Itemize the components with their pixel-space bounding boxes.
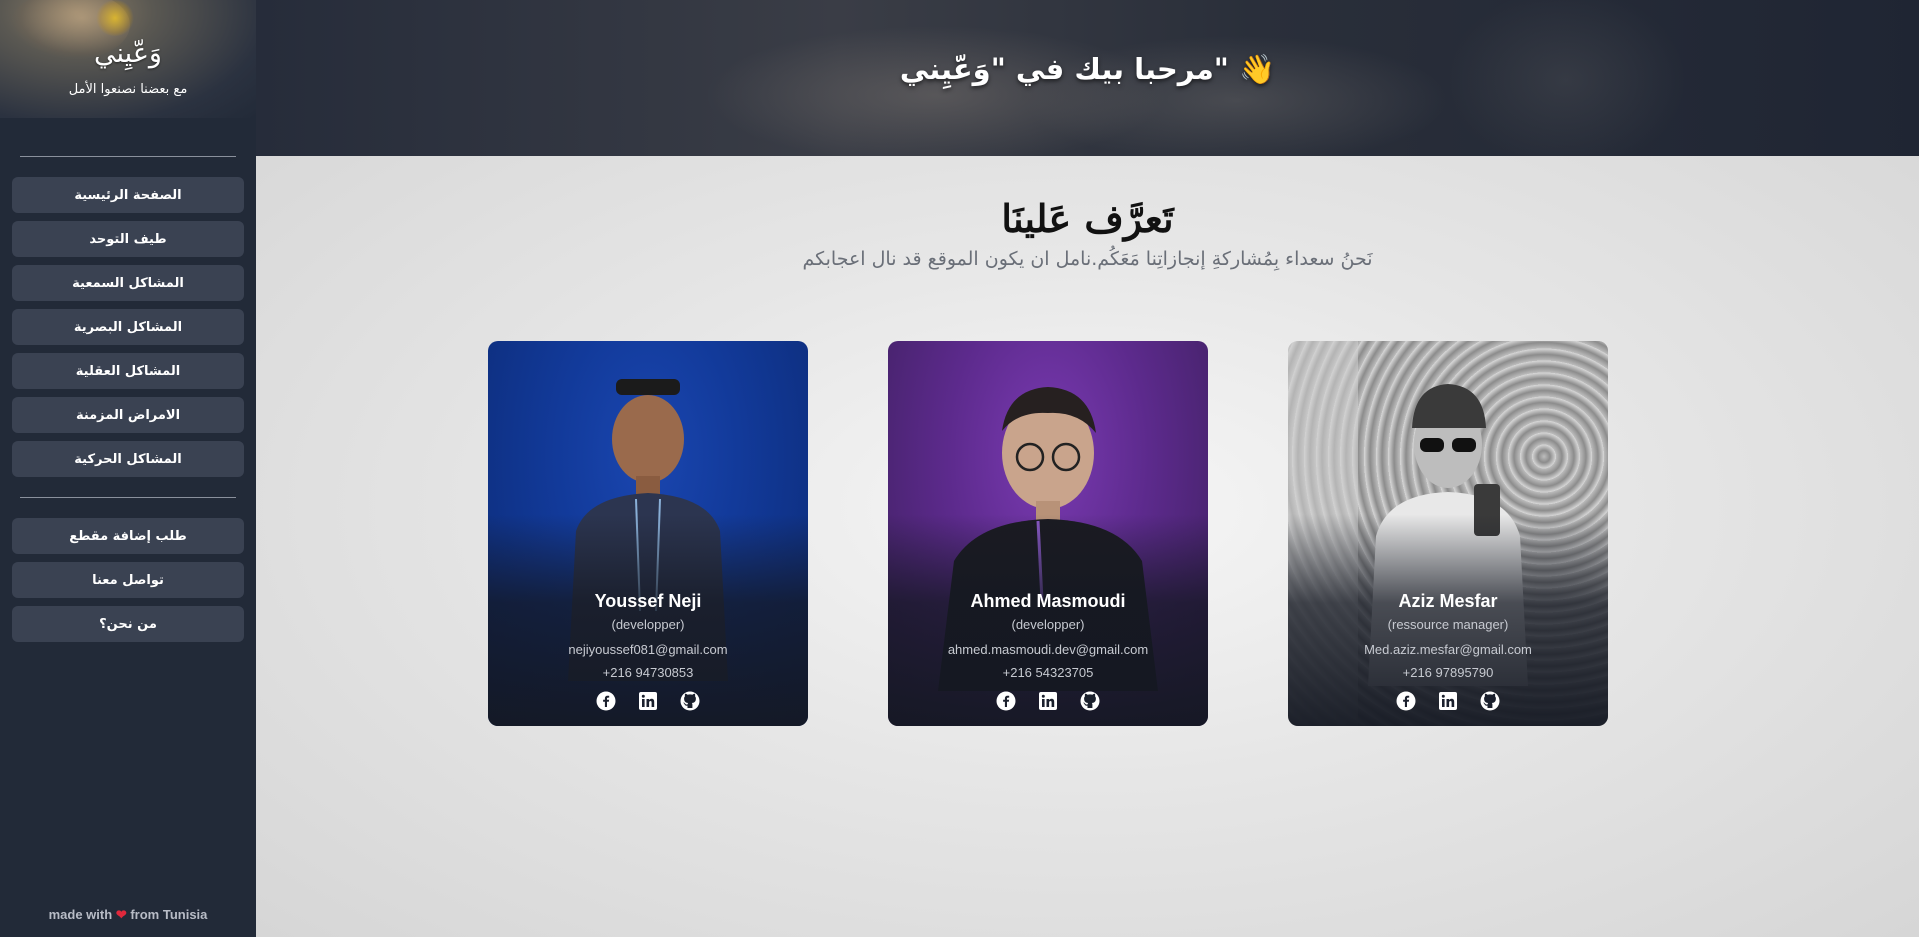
sidebar-divider [20,497,236,498]
team-card[interactable]: Ahmed Masmoudi (developper) ahmed.masmou… [888,341,1208,726]
about-button[interactable]: من نحن؟ [12,606,244,642]
nav-motor[interactable]: المشاكل الحركية [12,441,244,477]
header-flower-image [95,0,135,36]
sidebar-footer: made with ❤ from Tunisia [0,907,256,923]
page-subtitle: نَحنُ سعداء بِمُشاركةِ إنجازاتِنا مَعَكُ… [802,248,1373,270]
sidebar: وَعّيِني مع بعضنا نصنعوا الأمل الصفحة ال… [0,0,256,937]
member-email[interactable]: nejiyoussef081@gmail.com [488,642,808,657]
heart-icon: ❤ [115,907,127,922]
footer-made-with: made with [48,907,113,922]
team-card[interactable]: Youssef Neji (developper) nejiyoussef081… [488,341,808,726]
sidebar-header: وَعّيِني مع بعضنا نصنعوا الأمل [0,0,256,118]
member-name: Aziz Mesfar [1398,591,1498,611]
facebook-icon[interactable] [996,691,1016,711]
linkedin-icon[interactable] [1438,691,1458,711]
github-icon[interactable] [680,691,700,711]
contact-button[interactable]: تواصل معنا [12,562,244,598]
nav-autism[interactable]: طيف التوحد [12,221,244,257]
linkedin-icon[interactable] [638,691,658,711]
facebook-icon[interactable] [1396,691,1416,711]
about-section: تَعرَّف عَلينَا نَحنُ سعداء بِمُشاركةِ إ… [256,156,1919,937]
request-clip-button[interactable]: طلب إضافة مقطع [12,518,244,554]
page-title: تَعرَّف عَلينَا [1001,196,1174,241]
site-tagline: مع بعضنا نصنعوا الأمل [68,82,188,97]
banner-title: مرحبا بيك في "وَعّيِني" 👋 [899,52,1276,86]
member-phone: +216 54323705 [1002,665,1094,680]
nav-home[interactable]: الصفحة الرئيسية [12,177,244,213]
member-name: Youssef Neji [594,591,702,611]
social-links [1288,691,1608,711]
facebook-icon[interactable] [596,691,616,711]
member-name: Ahmed Masmoudi [970,591,1126,611]
site-logo[interactable]: وَعّيِني [0,38,256,69]
welcome-banner: مرحبا بيك في "وَعّيِني" 👋 [256,0,1919,156]
member-role: (developper) [1011,617,1085,632]
nav-chronic[interactable]: الامراض المزمنة [12,397,244,433]
footer-from: from Tunisia [130,907,208,922]
member-email[interactable]: Med.aziz.mesfar@gmail.com [1288,642,1608,657]
social-links [888,691,1208,711]
member-role: (developper) [611,617,685,632]
member-phone: +216 94730853 [602,665,694,680]
github-icon[interactable] [1480,691,1500,711]
social-links [488,691,808,711]
sidebar-divider [20,156,236,157]
banner-hands-image [1006,30,1466,156]
member-email[interactable]: ahmed.masmoudi.dev@gmail.com [888,642,1208,657]
nav-hearing[interactable]: المشاكل السمعية [12,265,244,301]
linkedin-icon[interactable] [1038,691,1058,711]
github-icon[interactable] [1080,691,1100,711]
team-card[interactable]: Aziz Mesfar (ressource manager) Med.aziz… [1288,341,1608,726]
member-phone: +216 97895790 [1402,665,1494,680]
nav-mental[interactable]: المشاكل العقلية [12,353,244,389]
nav-visual[interactable]: المشاكل البصرية [12,309,244,345]
member-role: (ressource manager) [1387,617,1509,632]
